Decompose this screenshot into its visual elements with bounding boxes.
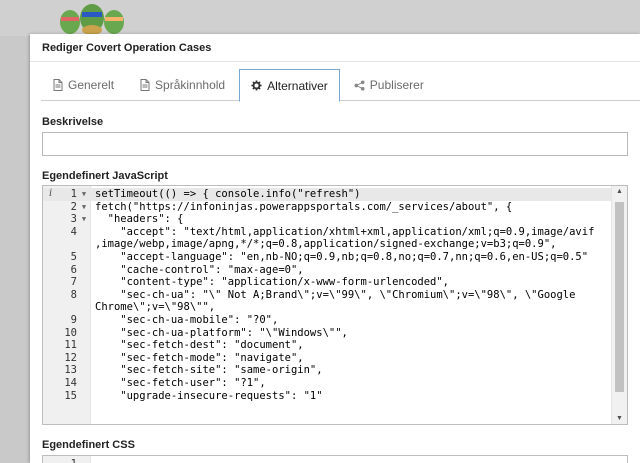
tab-alternativer[interactable]: Alternativer	[239, 69, 340, 102]
code-text: "sec-ch-ua-mobile": "?0",	[95, 313, 279, 326]
line-number: 10	[64, 326, 77, 339]
dialog-header: Rediger Covert Operation Cases	[30, 34, 640, 62]
css-code-editor[interactable]: 1	[42, 455, 628, 463]
fold-toggle-icon[interactable]: ▼	[79, 201, 89, 214]
javascript-code-editor[interactable]: i 1 ▼ setTimeout(() => { console.info("refr…	[42, 185, 628, 425]
logo-image	[60, 4, 124, 35]
code-line[interactable]: 10 "sec-ch-ua-platform": "\"Windows\"",	[43, 327, 611, 340]
code-text: fetch("https://infoninjas.powerappsporta…	[95, 200, 513, 213]
line-number: 14	[64, 376, 77, 389]
code-line[interactable]: 13 "sec-fetch-site": "same-origin",	[43, 364, 611, 377]
document-icon	[140, 79, 150, 91]
document-icon	[53, 79, 63, 91]
tab-label: Språkinnhold	[155, 78, 226, 92]
tab-sprakinnhold[interactable]: Språkinnhold	[128, 69, 237, 101]
custom-css-label: Egendefinert CSS	[42, 439, 135, 451]
code-text: ,image/webp,image/apng,*/*;q=0.8,applica…	[95, 238, 557, 251]
line-number: 6	[70, 263, 77, 276]
edit-dialog: Rediger Covert Operation Cases Generelt …	[30, 34, 640, 463]
line-number: 13	[64, 364, 77, 377]
line-number: 3	[70, 213, 77, 226]
line-number: 8	[70, 288, 77, 301]
scroll-up-arrow-icon[interactable]: ▲	[616, 188, 623, 195]
code-text: setTimeout(() => { console.info("refresh…	[95, 188, 361, 200]
line-number: 4	[70, 225, 77, 238]
code-text: "headers": {	[95, 213, 184, 226]
scrollbar-thumb[interactable]	[615, 202, 624, 392]
line-number: 7	[70, 276, 77, 289]
code-line[interactable]: 7 "content-type": "application/x-www-for…	[43, 276, 611, 289]
code-text: "sec-ch-ua-platform": "\"Windows\"",	[95, 326, 348, 339]
code-line[interactable]: 15 "upgrade-insecure-requests": "1"	[43, 390, 611, 403]
code-text: "accept-language": "en,nb-NO;q=0.9,nb;q=…	[95, 250, 589, 263]
code-text: "cache-control": "max-age=0",	[95, 263, 304, 276]
description-input[interactable]	[42, 132, 628, 156]
code-line[interactable]: 1	[43, 458, 611, 463]
line-number: 11	[64, 339, 77, 352]
line-number: 12	[64, 351, 77, 364]
code-lines: 1	[43, 458, 611, 463]
tab-bar: Generelt Språkinnhold Alternativer Publi…	[41, 69, 640, 102]
scroll-down-arrow-icon[interactable]: ▼	[616, 415, 623, 422]
code-line[interactable]: 9 "sec-ch-ua-mobile": "?0",	[43, 314, 611, 327]
code-line[interactable]: 6 "cache-control": "max-age=0",	[43, 264, 611, 277]
editor-vertical-scrollbar[interactable]: ▲ ▼	[611, 186, 627, 424]
line-number: 2	[70, 200, 77, 213]
code-text: "content-type": "application/x-www-form-…	[95, 276, 450, 289]
custom-javascript-label: Egendefinert JavaScript	[42, 170, 168, 182]
tab-label: Alternativer	[267, 78, 328, 93]
code-text: "accept": "text/html,application/xhtml+x…	[95, 225, 595, 238]
code-line[interactable]: 11 "sec-fetch-dest": "document",	[43, 339, 611, 352]
line-number: 1	[70, 188, 77, 200]
code-text: "upgrade-insecure-requests": "1"	[95, 389, 323, 402]
code-line[interactable]: 2 ▼ fetch("https://infoninjas.powerappspor…	[43, 201, 611, 214]
code-line[interactable]: 8 "sec-ch-ua": "\" Not A;Brand\";v=\"99\…	[43, 289, 611, 302]
code-text: "sec-fetch-user": "?1",	[95, 376, 266, 389]
tab-publiserer[interactable]: Publiserer	[342, 69, 436, 101]
code-lines: i 1 ▼ setTimeout(() => { console.info("refr…	[43, 188, 611, 402]
code-text: "sec-ch-ua": "\" Not A;Brand\";v=\"99\",…	[95, 288, 576, 301]
code-text: "sec-fetch-site": "same-origin",	[95, 364, 323, 377]
fold-toggle-icon[interactable]: ▼	[79, 213, 89, 226]
code-text: "sec-fetch-mode": "navigate",	[95, 351, 304, 364]
code-text: "sec-fetch-dest": "document",	[95, 339, 304, 352]
code-line[interactable]: 5 "accept-language": "en,nb-NO;q=0.9,nb;…	[43, 251, 611, 264]
gear-icon	[251, 80, 262, 91]
code-line[interactable]: 3 ▼ "headers": {	[43, 213, 611, 226]
code-text: Chrome\";v=\"98\"",	[95, 301, 216, 314]
description-label: Beskrivelse	[42, 116, 104, 128]
share-icon	[354, 79, 365, 91]
code-line[interactable]: 12 "sec-fetch-mode": "navigate",	[43, 352, 611, 365]
line-number: 15	[64, 389, 77, 402]
line-number: 5	[70, 250, 77, 263]
code-line[interactable]: i 1 ▼ setTimeout(() => { console.info("refr…	[43, 188, 611, 201]
tab-generelt[interactable]: Generelt	[41, 69, 126, 101]
code-line[interactable]: ,image/webp,image/apng,*/*;q=0.8,applica…	[43, 238, 611, 251]
code-line[interactable]: 4 "accept": "text/html,application/xhtml…	[43, 226, 611, 239]
tab-label: Generelt	[68, 78, 115, 92]
code-line[interactable]: 14 "sec-fetch-user": "?1",	[43, 377, 611, 390]
dialog-title: Rediger Covert Operation Cases	[42, 41, 212, 54]
line-number: 1	[43, 458, 77, 463]
tab-label: Publiserer	[369, 78, 424, 92]
line-number: 9	[70, 313, 77, 326]
fold-toggle-icon[interactable]: ▼	[79, 188, 89, 201]
code-line[interactable]: Chrome\";v=\"98\"",	[43, 301, 611, 314]
